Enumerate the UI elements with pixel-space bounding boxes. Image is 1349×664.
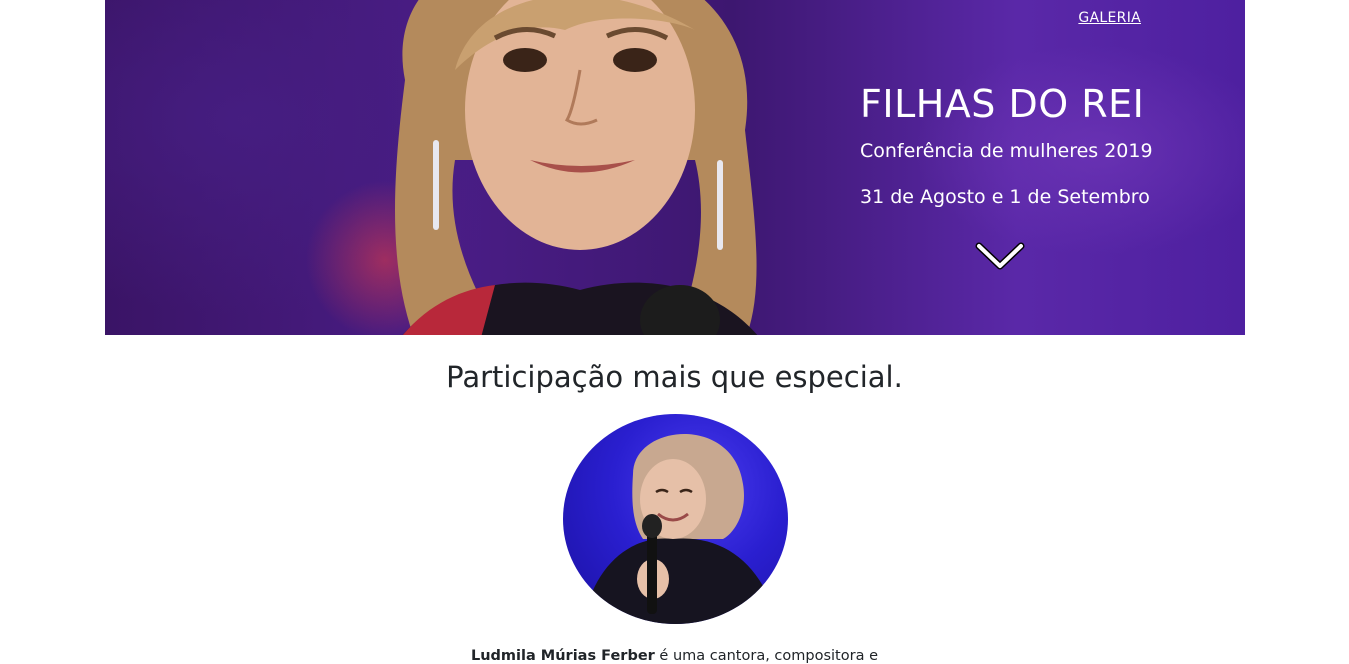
hero-banner: GALERIA FILHAS DO REI Conferência de mul… <box>105 0 1245 335</box>
guest-bio-text: é uma cantora, compositora e <box>654 647 878 664</box>
hero-subtitle: Conferência de mulheres 2019 <box>860 140 1153 162</box>
hero-date: 31 de Agosto e 1 de Setembro <box>860 186 1150 208</box>
singer-portrait <box>395 0 758 335</box>
hero-title: FILHAS DO REI <box>860 82 1145 126</box>
guest-name: Ludmila Múrias Ferber <box>470 647 655 664</box>
section-title: Participação mais que especial. <box>446 360 903 394</box>
chevron-down-icon[interactable] <box>975 240 1025 272</box>
guest-photo <box>583 434 778 624</box>
guest-avatar <box>563 414 788 624</box>
nav-gallery-link[interactable]: GALERIA <box>1078 10 1141 26</box>
guest-bio: Ludmila Múrias Ferber é uma cantora, com… <box>0 648 1349 664</box>
hero-text-block: FILHAS DO REI Conferência de mulheres 20… <box>860 82 1153 208</box>
